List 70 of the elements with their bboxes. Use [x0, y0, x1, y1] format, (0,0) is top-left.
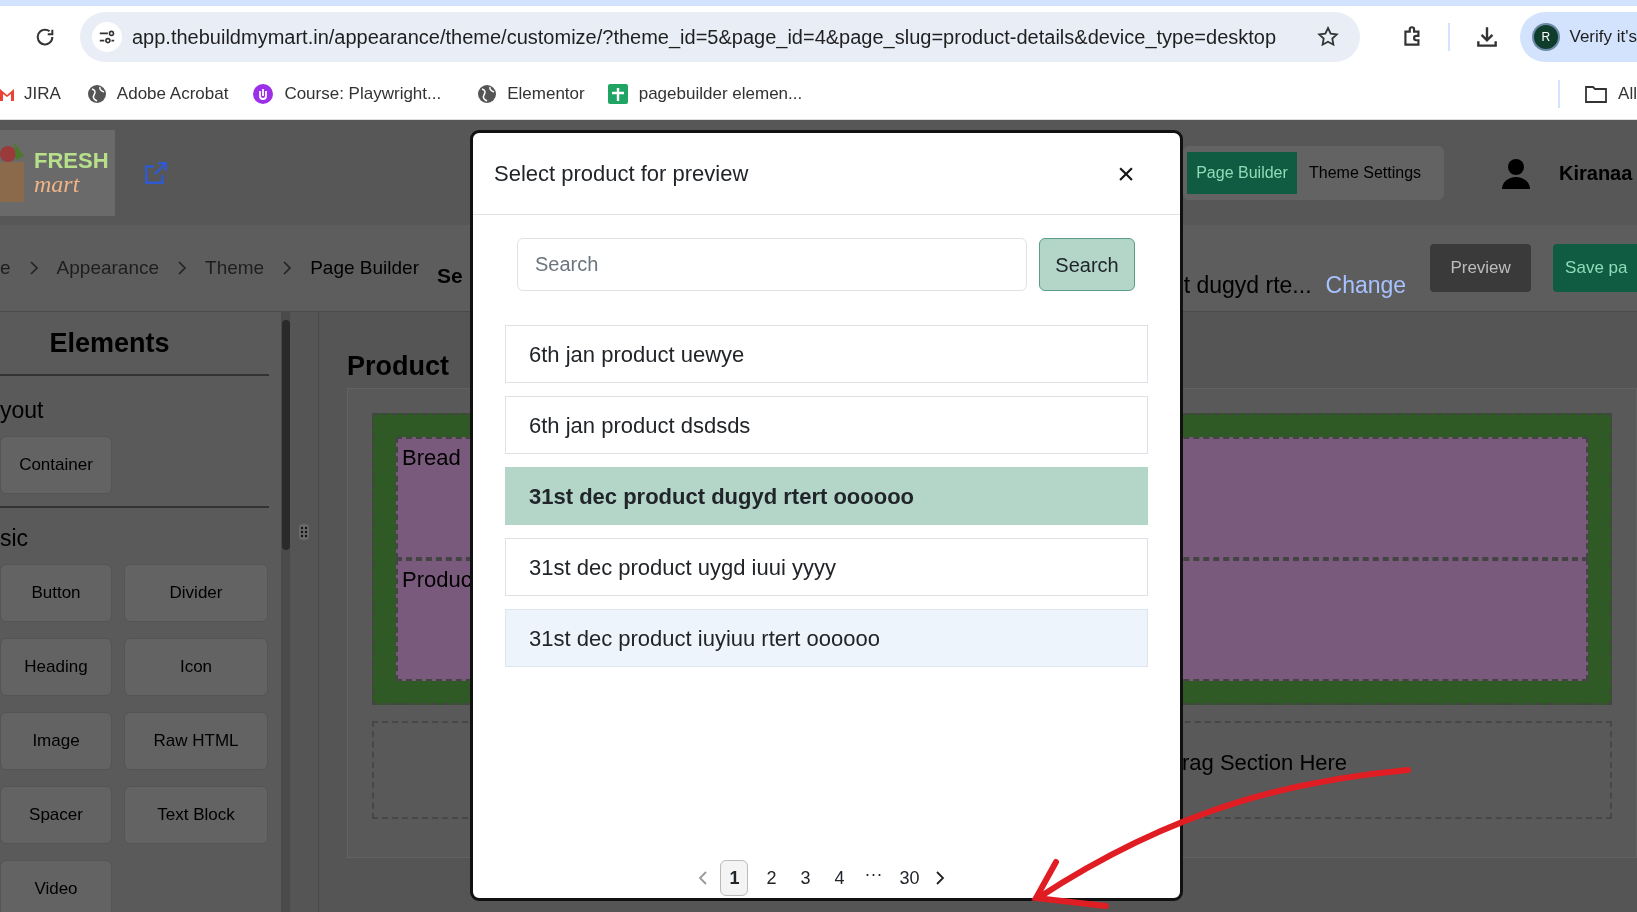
element-tile[interactable]: Text Block — [124, 786, 268, 844]
scrollbar[interactable] — [282, 312, 290, 912]
group-title: yout — [0, 395, 45, 425]
next-page-icon[interactable] — [934, 870, 945, 886]
save-button[interactable]: Save pa — [1553, 244, 1637, 292]
change-link[interactable]: Change — [1325, 267, 1407, 303]
site-settings-icon[interactable] — [92, 22, 122, 52]
previous-page-icon[interactable] — [698, 870, 709, 886]
product-option[interactable]: 31st dec product iuyiuu rtert oooooo — [505, 609, 1148, 667]
profile-label: Verify it's — [1569, 26, 1637, 49]
address-bar[interactable]: app.thebuildmymart.in/appearance/theme/customize/?theme_id=5&page_id=4&page_slug=product-details&device_type=desktop — [80, 12, 1360, 62]
globe-icon — [477, 83, 498, 104]
star-icon[interactable] — [1316, 25, 1340, 49]
close-button[interactable]: × — [1111, 158, 1141, 189]
element-tile[interactable]: Raw HTML — [124, 712, 268, 770]
drag-handle-icon[interactable] — [299, 524, 309, 540]
globe-icon — [86, 83, 107, 104]
element-tile[interactable]: Heading — [0, 638, 112, 696]
drop-hint: rag Section Here — [1182, 748, 1348, 777]
page-button[interactable]: 30 — [896, 860, 923, 896]
bookmark-link[interactable]: JIRA — [24, 80, 61, 107]
group-title: sic — [0, 523, 30, 553]
product-option[interactable]: 6th jan product dsdsds — [505, 396, 1148, 454]
logo-text: FRESH — [34, 149, 109, 172]
chevron-icon — [28, 260, 39, 276]
profile-chip[interactable]: R Verify it's — [1520, 12, 1637, 62]
badge-icon — [252, 82, 275, 105]
bookmark-link[interactable]: All — [1618, 80, 1637, 107]
pagination-ellipsis: ··· — [863, 862, 884, 886]
bookmark-link[interactable]: pagebuilder elemen... — [638, 80, 803, 107]
page-selector-label: Se — [437, 263, 463, 290]
modal-title: Select product for preview — [494, 160, 749, 188]
tab[interactable]: Theme Settings — [1297, 151, 1434, 194]
tab[interactable]: Page Builder — [1187, 151, 1297, 194]
element-tile[interactable]: Icon — [124, 638, 268, 696]
chevron-icon — [177, 260, 188, 276]
element-tile[interactable]: Image — [0, 712, 112, 770]
search-button[interactable]: Search — [1039, 238, 1135, 291]
bookmark-link[interactable]: Elementor — [507, 80, 585, 107]
product-option[interactable]: 31st dec product uygd iuui yyyy — [505, 538, 1148, 596]
logo[interactable]: FRESH mart — [0, 129, 115, 216]
spreadsheet-icon — [606, 82, 629, 105]
element-tile[interactable]: Button — [0, 564, 112, 622]
url-text: app.thebuildmymart.in/appearance/theme/customize/?theme_id=5&page_id=4&page_slug=product-details&device_type=desktop — [132, 25, 1277, 51]
avatar: R — [1532, 23, 1560, 51]
user-name: Kiranaa — [1559, 160, 1633, 186]
element-tile[interactable]: Spacer — [0, 786, 112, 844]
product-option[interactable]: 31st dec product dugyd rtert oooooo — [505, 467, 1148, 525]
element-tile[interactable]: Divider — [124, 564, 268, 622]
panel-title: Elements — [0, 312, 269, 376]
page-button[interactable]: 2 — [760, 860, 783, 896]
user-icon[interactable] — [1500, 156, 1532, 189]
product-name: t dugyd rte... — [1183, 270, 1312, 300]
search-field[interactable]: Search — [517, 238, 1027, 291]
bookmark-link[interactable]: Course: Playwright... — [284, 80, 442, 107]
chevron-icon — [282, 260, 293, 276]
element-tile[interactable]: Container — [0, 436, 112, 494]
content-block-label: Produc — [402, 567, 472, 592]
download-icon[interactable] — [1474, 24, 1500, 50]
page-button[interactable]: 3 — [794, 860, 817, 896]
page-button[interactable]: 4 — [828, 860, 851, 896]
preview-button[interactable]: Preview — [1430, 244, 1532, 292]
product-option[interactable]: 6th jan product uewye — [505, 325, 1148, 383]
bookmark-link[interactable]: Adobe Acrobat — [116, 80, 229, 107]
content-block-label: Bread — [402, 445, 461, 470]
element-tile[interactable]: Video — [0, 860, 112, 912]
page-button[interactable]: 1 — [720, 860, 749, 896]
canvas-title: Product — [347, 351, 449, 381]
reload-icon[interactable] — [34, 26, 56, 48]
logo-text: mart — [34, 171, 81, 196]
